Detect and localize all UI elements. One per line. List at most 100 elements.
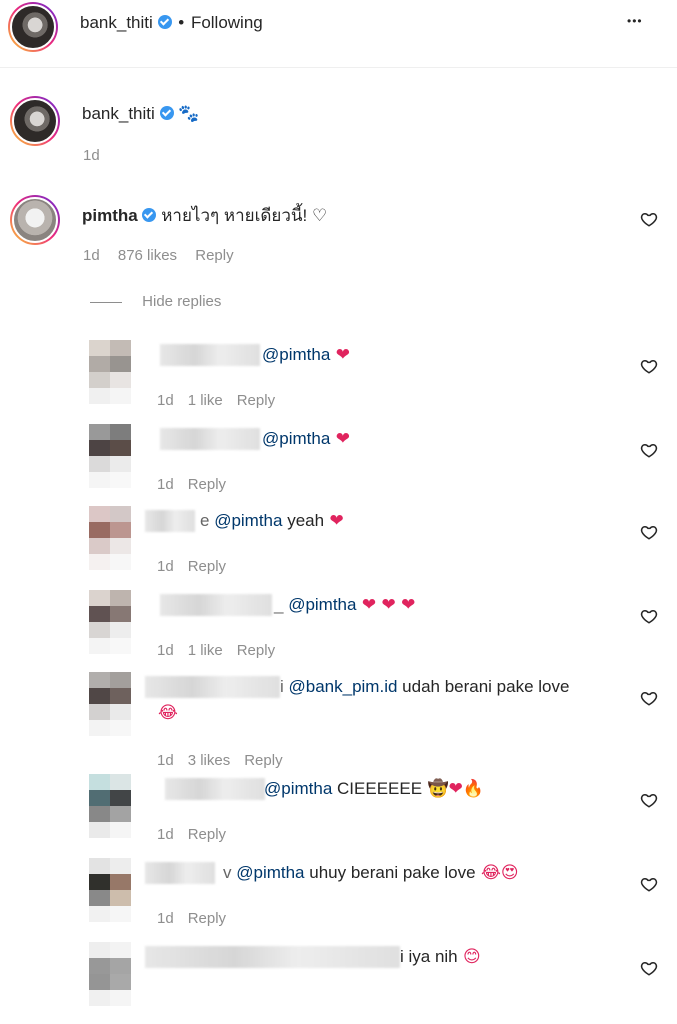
reply-text: @pimtha ❤	[262, 429, 350, 449]
comment-likes[interactable]: 876 likes	[118, 247, 177, 264]
header-avatar[interactable]	[8, 2, 58, 52]
reply-button[interactable]: Reply	[188, 910, 226, 927]
reply-username-blurred[interactable]	[160, 594, 272, 616]
reply-mention[interactable]: @pimtha	[264, 779, 332, 798]
reply-likes[interactable]: 3 likes	[188, 752, 231, 769]
reply-avatar[interactable]	[89, 590, 131, 654]
caption-avatar[interactable]	[10, 96, 60, 146]
reply-time: 1d	[157, 392, 174, 409]
reply-avatar[interactable]	[89, 942, 131, 1006]
reply-username-blurred[interactable]	[145, 946, 400, 968]
reply-button[interactable]: Reply	[188, 558, 226, 575]
reply-message: udah berani pake love	[397, 677, 570, 696]
hide-replies-button[interactable]: Hide replies	[90, 293, 221, 310]
reply-button[interactable]: Reply	[188, 826, 226, 843]
like-reply-icon[interactable]	[640, 689, 658, 707]
comment-username[interactable]: pimtha	[82, 206, 138, 225]
reply-username-blurred[interactable]	[145, 862, 215, 884]
reply-meta: 1d 1 like Reply	[157, 392, 289, 409]
reply-text: @pimtha ❤	[262, 345, 350, 365]
reply-text: e @pimtha yeah ❤	[200, 511, 344, 531]
header-username[interactable]: bank_thiti • Following	[80, 13, 263, 33]
header-username-text[interactable]: bank_thiti	[80, 13, 153, 32]
caption-username[interactable]: bank_thiti	[82, 104, 155, 123]
reply-meta: 1d 1 like Reply	[157, 642, 289, 659]
reply-prefix: _	[274, 595, 289, 614]
verified-icon	[142, 208, 157, 222]
reply-likes[interactable]: 1 like	[188, 392, 223, 409]
like-reply-icon[interactable]	[640, 607, 658, 625]
reply-mention[interactable]: @pimtha	[214, 511, 282, 530]
reply-time: 1d	[157, 558, 174, 575]
reply-username-blurred[interactable]	[145, 510, 195, 532]
reply-username-blurred[interactable]	[165, 778, 265, 800]
like-reply-icon[interactable]	[640, 791, 658, 809]
reply-text: @pimtha CIEEEEEE 🤠❤🔥	[264, 779, 484, 799]
reply-avatar[interactable]	[89, 672, 131, 736]
reply-mention[interactable]: @pimtha	[288, 595, 356, 614]
reply-meta: 1d 3 likes Reply	[157, 752, 297, 769]
caption-time: 1d	[83, 147, 100, 164]
like-reply-icon[interactable]	[640, 959, 658, 977]
reply-emoji: 😂😍	[475, 863, 519, 883]
like-reply-icon[interactable]	[640, 357, 658, 375]
comment-time: 1d	[83, 247, 100, 264]
like-reply-icon[interactable]	[640, 441, 658, 459]
reply-button[interactable]: Reply	[237, 392, 275, 409]
reply-message: yeah	[282, 511, 325, 530]
reply-avatar[interactable]	[89, 858, 131, 922]
reply-button[interactable]: Reply	[244, 752, 282, 769]
separator: •	[178, 13, 185, 32]
more-options-icon[interactable]: •••	[627, 14, 643, 28]
reply-text: v @pimtha uhuy berani pake love 😂😍	[223, 863, 519, 883]
reply-button[interactable]: Reply	[237, 642, 275, 659]
hide-replies-line	[90, 301, 122, 303]
reply-text: i @bank_pim.id udah berani pake love 😂	[158, 677, 570, 723]
reply-avatar[interactable]	[89, 774, 131, 838]
reply-time: 1d	[157, 910, 174, 927]
like-reply-icon[interactable]	[640, 875, 658, 893]
comment-meta: 1d 876 likes Reply	[83, 247, 248, 264]
reply-emoji: ❤	[330, 345, 350, 365]
reply-text: i iya nih 😊	[400, 947, 481, 967]
reply-time: 1d	[157, 476, 174, 493]
reply-meta: 1d Reply	[157, 910, 240, 927]
reply-message: i iya nih	[400, 947, 458, 966]
following-button[interactable]: Following	[191, 13, 263, 32]
reply-mention[interactable]: @pimtha	[262, 429, 330, 448]
hide-replies-label[interactable]: Hide replies	[142, 293, 221, 310]
reply-emoji: ❤ ❤ ❤	[356, 595, 416, 615]
post-header: bank_thiti • Following •••	[0, 0, 677, 68]
reply-message: uhuy berani pake love	[304, 863, 476, 882]
reply-avatar[interactable]	[89, 506, 131, 570]
reply-mention[interactable]: @pimtha	[236, 863, 304, 882]
comment-avatar[interactable]	[10, 195, 60, 245]
reply-emoji: ❤	[324, 511, 344, 531]
like-reply-icon[interactable]	[640, 523, 658, 541]
reply-username-blurred[interactable]	[145, 676, 280, 698]
reply-emoji: ❤	[330, 429, 350, 449]
reply-emoji: 😂	[158, 703, 178, 723]
reply-username-blurred[interactable]	[160, 428, 260, 450]
comment-reply-button[interactable]: Reply	[195, 247, 233, 264]
reply-time: 1d	[157, 642, 174, 659]
reply-meta: 1d Reply	[157, 558, 240, 575]
reply-likes[interactable]: 1 like	[188, 642, 223, 659]
reply-mention[interactable]: @bank_pim.id	[289, 677, 398, 696]
reply-button[interactable]: Reply	[188, 476, 226, 493]
heart-outline-icon: ♡	[312, 206, 328, 226]
caption-author[interactable]: bank_thiti 🐾	[82, 104, 199, 124]
reply-mention[interactable]: @pimtha	[262, 345, 330, 364]
reply-prefix: i	[280, 677, 289, 696]
reply-avatar[interactable]	[89, 340, 131, 404]
reply-emoji: 😊	[457, 947, 481, 967]
paw-icon: 🐾	[178, 104, 200, 124]
reply-avatar[interactable]	[89, 424, 131, 488]
reply-emoji: 🤠❤🔥	[422, 779, 485, 799]
reply-meta: 1d Reply	[157, 476, 240, 493]
reply-prefix: v	[223, 863, 237, 882]
like-comment-icon[interactable]	[640, 210, 658, 228]
verified-icon	[157, 15, 172, 29]
reply-username-blurred[interactable]	[160, 344, 260, 366]
verified-icon	[159, 106, 174, 120]
